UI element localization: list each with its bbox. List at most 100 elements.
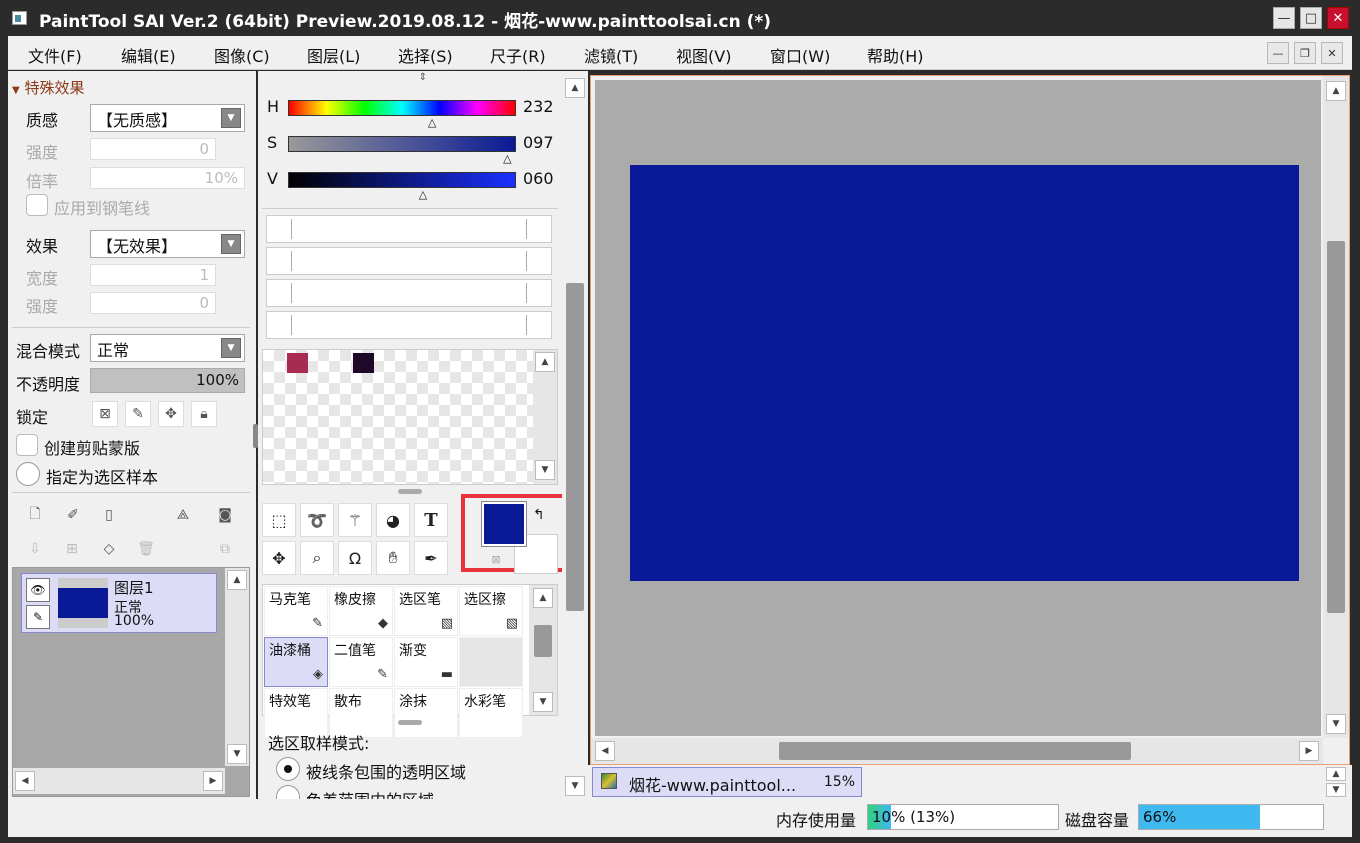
- scroll-up-icon[interactable]: ▲: [1326, 767, 1346, 781]
- layer-vscroll[interactable]: ▲ ▼: [225, 568, 249, 766]
- scroll-left-icon[interactable]: ◀: [15, 771, 35, 791]
- width-field[interactable]: 1: [90, 264, 216, 286]
- canvas-document[interactable]: [630, 165, 1299, 581]
- move-icon[interactable]: ✥: [262, 541, 296, 575]
- menu-filter[interactable]: 滤镜(T): [584, 43, 638, 67]
- scroll-thumb[interactable]: [1327, 241, 1345, 613]
- menu-view[interactable]: 视图(V): [676, 43, 731, 67]
- brush-slot[interactable]: [459, 637, 523, 687]
- scale-field[interactable]: 10%: [90, 167, 245, 189]
- scroll-up-icon[interactable]: ▲: [535, 352, 555, 372]
- maximize-button[interactable]: □: [1300, 7, 1322, 29]
- brush-vscroll[interactable]: ▲ ▼: [529, 585, 557, 715]
- option2-radio[interactable]: [276, 785, 300, 799]
- apply-mask-icon[interactable]: ⧉: [212, 536, 238, 562]
- scroll-down-icon[interactable]: ▼: [1326, 714, 1346, 734]
- menu-select[interactable]: 选择(S): [398, 43, 453, 67]
- text-icon[interactable]: T: [414, 503, 448, 537]
- new-layer-icon[interactable]: 🗋︎: [22, 502, 48, 528]
- menu-layer[interactable]: 图层(L): [307, 43, 360, 67]
- close-button[interactable]: ✕: [1327, 7, 1349, 29]
- saturation-marker-icon[interactable]: △: [503, 152, 511, 165]
- scroll-down-icon[interactable]: ▼: [227, 744, 247, 764]
- value-slider[interactable]: [288, 172, 516, 188]
- lasso-icon[interactable]: ➰: [300, 503, 334, 537]
- layer-row[interactable]: 👁︎ ✎ 图层1 正常 100%: [21, 573, 217, 633]
- scroll-right-icon[interactable]: ▶: [1299, 741, 1319, 761]
- swatch-1[interactable]: [287, 353, 308, 373]
- rect-select-icon[interactable]: ⬚: [262, 503, 296, 537]
- option1-radio[interactable]: [276, 757, 300, 781]
- brush-slot[interactable]: 马克笔 ✎: [264, 586, 328, 636]
- effect-select[interactable]: 【无效果】 ▼: [90, 230, 245, 258]
- grip-icon[interactable]: ⇕: [416, 72, 430, 83]
- magic-wand-icon[interactable]: ⚚: [338, 503, 372, 537]
- brush-slot[interactable]: 选区笔 ▧: [394, 586, 458, 636]
- saturation-slider[interactable]: [288, 136, 516, 152]
- swap-colors-icon[interactable]: ↰: [533, 507, 545, 523]
- menu-edit[interactable]: 编辑(E): [121, 43, 176, 67]
- layer-effects-icon[interactable]: ⟁: [170, 502, 196, 528]
- clip-mask-checkbox[interactable]: [16, 434, 38, 456]
- mixer-slider-3[interactable]: [266, 279, 552, 307]
- texture-select[interactable]: 【无质感】 ▼: [90, 104, 245, 132]
- mdi-close-button[interactable]: ✕: [1321, 42, 1343, 64]
- scroll-thumb[interactable]: [566, 283, 584, 611]
- scroll-up-icon[interactable]: ▲: [533, 588, 553, 608]
- scroll-down-icon[interactable]: ▼: [1326, 783, 1346, 797]
- menu-window[interactable]: 窗口(W): [770, 43, 830, 67]
- primary-color[interactable]: [481, 501, 527, 547]
- menu-file[interactable]: 文件(F): [28, 43, 82, 67]
- document-tab[interactable]: 烟花-www.painttool... 15%: [592, 767, 862, 797]
- hue-marker-icon[interactable]: △: [428, 116, 436, 129]
- strength2-field[interactable]: 0: [90, 292, 216, 314]
- layer-mask-icon[interactable]: ◙: [212, 502, 238, 528]
- scroll-thumb[interactable]: [534, 625, 552, 657]
- trash-icon[interactable]: 🗑︎: [133, 536, 159, 562]
- scroll-thumb[interactable]: [779, 742, 1131, 760]
- eyedropper-icon[interactable]: ✒: [414, 541, 448, 575]
- value-marker-icon[interactable]: △: [419, 188, 427, 201]
- move-down-icon[interactable]: ⇩: [22, 536, 48, 562]
- menu-ruler[interactable]: 尺子(R): [490, 43, 546, 67]
- swatch-resize-grip[interactable]: [398, 489, 422, 494]
- minimize-button[interactable]: —: [1273, 7, 1295, 29]
- swatch-2[interactable]: [353, 353, 374, 373]
- menu-image[interactable]: 图像(C): [214, 43, 270, 67]
- brush-slot[interactable]: 涂抹: [394, 688, 458, 738]
- eye-icon[interactable]: 👁︎: [26, 578, 50, 602]
- strength-field[interactable]: 0: [90, 138, 216, 160]
- transparent-color-icon[interactable]: ⊠: [486, 553, 506, 571]
- shape-icon[interactable]: ◕: [376, 503, 410, 537]
- brush-slot[interactable]: 选区擦 ▧: [459, 586, 523, 636]
- scroll-up-icon[interactable]: ▲: [565, 78, 585, 98]
- mdi-minimize-button[interactable]: —: [1267, 42, 1289, 64]
- blend-mode-select[interactable]: 正常 ▼: [90, 334, 245, 362]
- scroll-up-icon[interactable]: ▲: [1326, 81, 1346, 101]
- scroll-down-icon[interactable]: ▼: [533, 692, 553, 712]
- canvas-hscroll[interactable]: ◀ ▶: [591, 738, 1323, 764]
- canvas-background[interactable]: [595, 80, 1321, 736]
- new-folder-icon[interactable]: ▯: [96, 502, 122, 528]
- lock-transparency-icon[interactable]: ⊠: [92, 401, 118, 427]
- pencil-icon[interactable]: ✎: [26, 605, 50, 629]
- opacity-slider[interactable]: 100%: [90, 368, 245, 393]
- merge-icon[interactable]: ⊞: [59, 536, 85, 562]
- scroll-up-icon[interactable]: ▲: [227, 570, 247, 590]
- clear-layer-icon[interactable]: ◇: [96, 536, 122, 562]
- swatch-vscroll[interactable]: ▲ ▼: [533, 350, 557, 484]
- scroll-down-icon[interactable]: ▼: [565, 776, 585, 796]
- brush-slot[interactable]: 油漆桶 ◈: [264, 637, 328, 687]
- apply-pen-checkbox[interactable]: [26, 194, 48, 216]
- panel-resize-grip[interactable]: [253, 424, 258, 448]
- layer-hscroll[interactable]: ◀ ▶: [13, 768, 225, 794]
- zoom-icon[interactable]: ⌕: [300, 541, 334, 575]
- lock-paint-icon[interactable]: ✎: [125, 401, 151, 427]
- lock-move-icon[interactable]: ✥: [158, 401, 184, 427]
- scroll-left-icon[interactable]: ◀: [595, 741, 615, 761]
- selection-sample-radio[interactable]: [16, 462, 40, 486]
- brush-slot[interactable]: 二值笔 ✎: [329, 637, 393, 687]
- mixer-slider-1[interactable]: [266, 215, 552, 243]
- brush-resize-grip[interactable]: [398, 720, 422, 725]
- brush-slot[interactable]: 渐变 ▬: [394, 637, 458, 687]
